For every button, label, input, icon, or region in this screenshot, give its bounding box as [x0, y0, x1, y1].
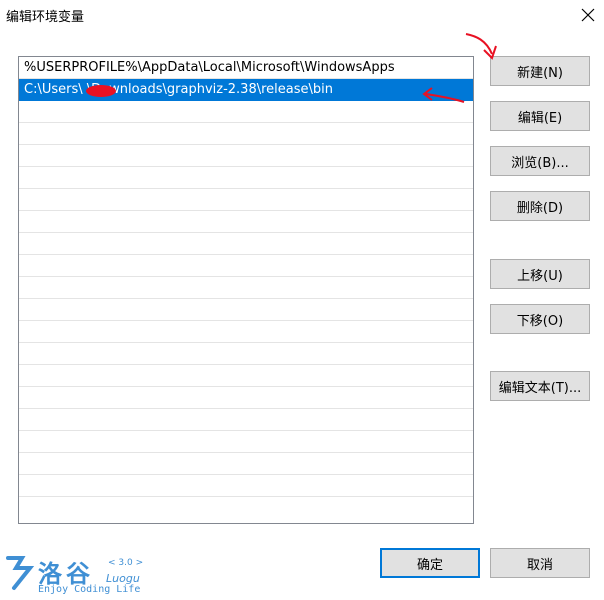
empty-list-row: [19, 453, 473, 475]
close-button[interactable]: [574, 2, 602, 28]
close-icon: [581, 8, 595, 22]
empty-list-row: [19, 167, 473, 189]
empty-list-row: [19, 321, 473, 343]
empty-list-row: [19, 387, 473, 409]
empty-list-row: [19, 189, 473, 211]
delete-button[interactable]: 删除(D): [490, 191, 590, 221]
empty-list-row: [19, 277, 473, 299]
empty-list-row: [19, 299, 473, 321]
cancel-button[interactable]: 取消: [490, 548, 590, 578]
move-up-button[interactable]: 上移(U): [490, 259, 590, 289]
list-item[interactable]: %USERPROFILE%\AppData\Local\Microsoft\Wi…: [19, 57, 473, 79]
empty-list-row: [19, 409, 473, 431]
luogu-watermark: 洛谷 < 3.0 > Luogu Enjoy Coding Life: [2, 550, 162, 598]
dialog-title: 编辑环境变量: [6, 10, 85, 25]
edit-text-button[interactable]: 编辑文本(T)...: [490, 371, 590, 401]
empty-list-row: [19, 233, 473, 255]
ok-button[interactable]: 确定: [380, 548, 480, 578]
empty-list-row: [19, 123, 473, 145]
empty-list-row: [19, 475, 473, 497]
empty-list-row: [19, 145, 473, 167]
browse-button[interactable]: 浏览(B)...: [490, 146, 590, 176]
luogu-version: < 3.0 >: [108, 558, 144, 568]
path-list[interactable]: %USERPROFILE%\AppData\Local\Microsoft\Wi…: [18, 56, 474, 524]
luogu-tagline: Enjoy Coding Life: [38, 584, 141, 595]
empty-list-row: [19, 255, 473, 277]
luogu-logo-icon: [6, 556, 35, 590]
empty-list-row: [19, 343, 473, 365]
empty-list-row: [19, 101, 473, 123]
move-down-button[interactable]: 下移(O): [490, 304, 590, 334]
empty-list-row: [19, 365, 473, 387]
list-item[interactable]: C:\Users\ \Downloads\graphviz-2.38\relea…: [19, 79, 473, 101]
empty-list-row: [19, 431, 473, 453]
empty-list-row: [19, 211, 473, 233]
new-button[interactable]: 新建(N): [490, 56, 590, 86]
edit-button[interactable]: 编辑(E): [490, 101, 590, 131]
